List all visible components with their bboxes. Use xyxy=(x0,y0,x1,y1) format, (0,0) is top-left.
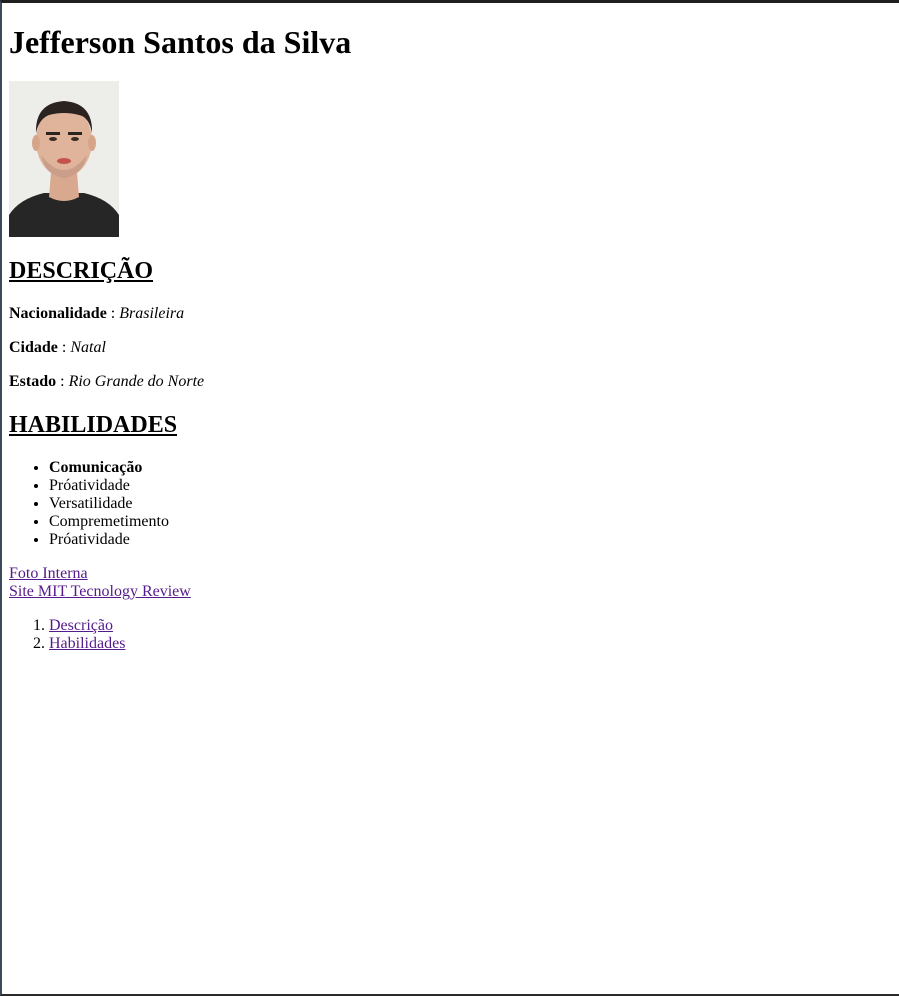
field-value: Rio Grande do Norte xyxy=(68,373,205,390)
page: Jefferson Santos da Silva DESCRIÇÃO Naci… xyxy=(2,24,899,653)
profile-photo-image xyxy=(9,81,119,237)
field-separator: : xyxy=(61,339,67,356)
field-separator: : xyxy=(60,373,65,390)
field-label: Cidade xyxy=(9,339,58,356)
table-of-contents: Descrição Habilidades xyxy=(9,617,892,653)
field-label: Nacionalidade xyxy=(9,305,107,322)
skills-list: Comunicação Próatividade Versatilidade C… xyxy=(9,459,892,549)
list-item: Próatividade xyxy=(49,531,892,549)
mit-review-link[interactable]: Site MIT Tecnology Review xyxy=(9,583,191,601)
list-item: Comunicação xyxy=(49,459,892,477)
field-estado: Estado : Rio Grande do Norte xyxy=(9,373,892,391)
foto-interna-link[interactable]: Foto Interna xyxy=(9,565,88,583)
toc-link-habilidades[interactable]: Habilidades xyxy=(49,635,125,652)
profile-name: Jefferson Santos da Silva xyxy=(9,24,352,60)
field-label: Estado xyxy=(9,373,57,390)
field-separator: : xyxy=(110,305,116,322)
toc-link-descricao[interactable]: Descrição xyxy=(49,617,113,634)
field-nacionalidade: Nacionalidade : Brasileira xyxy=(9,305,892,323)
toc-item-descricao: Descrição xyxy=(49,617,892,635)
list-item: Compremetimento xyxy=(49,513,892,531)
list-item: Próatividade xyxy=(49,477,892,495)
external-links: Foto Interna Site MIT Tecnology Review xyxy=(9,565,892,601)
section-heading-habilidades: HABILIDADES xyxy=(9,412,178,438)
profile-photo xyxy=(9,81,119,237)
toc-item-habilidades: Habilidades xyxy=(49,635,892,653)
list-item: Versatilidade xyxy=(49,495,892,513)
field-value: Natal xyxy=(70,339,106,356)
field-cidade: Cidade : Natal xyxy=(9,339,892,357)
section-heading-descricao: DESCRIÇÃO xyxy=(9,258,154,284)
field-value: Brasileira xyxy=(119,305,185,322)
